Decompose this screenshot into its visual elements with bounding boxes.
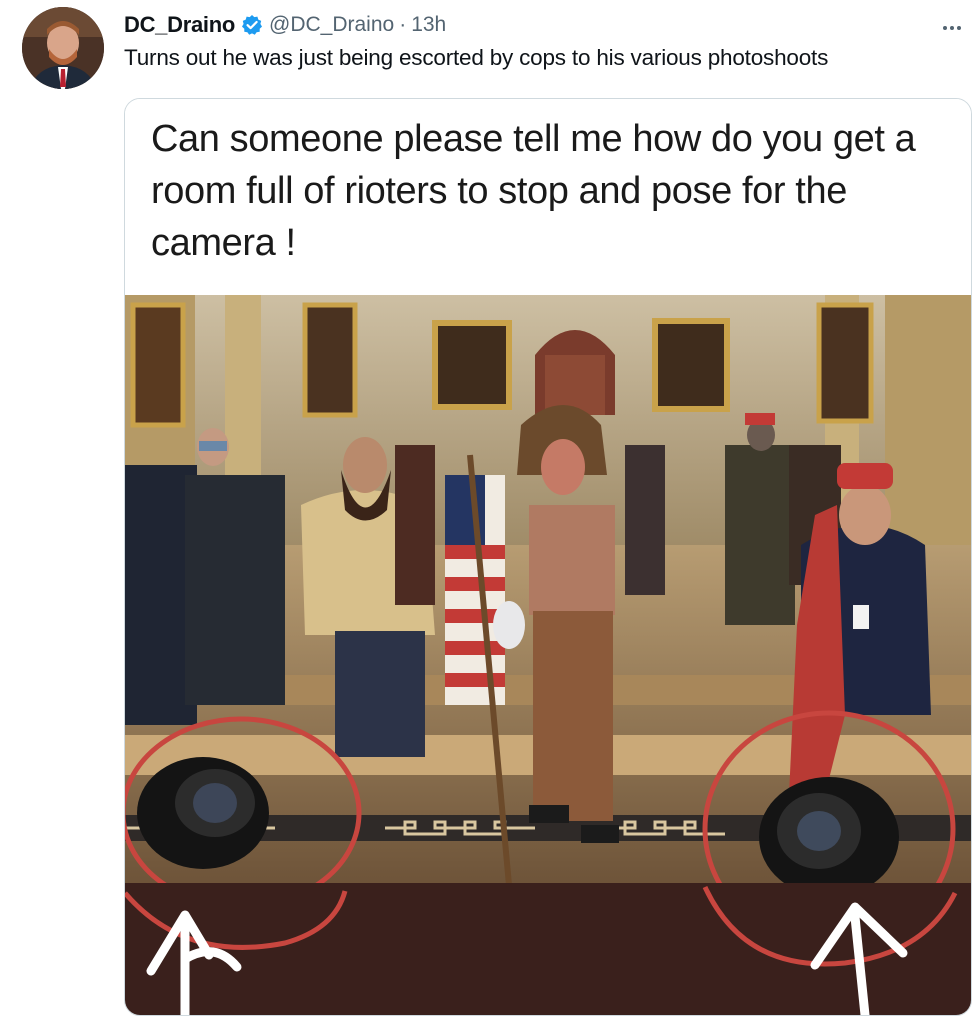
verified-badge-icon [241,14,263,36]
tweet-timestamp[interactable]: 13h [411,13,446,37]
annotation-strip [125,883,971,1015]
meme-caption-area: Can someone please tell me how do you ge… [125,99,971,295]
author-row: DC_Draino @DC_Draino · 13h [124,10,446,40]
more-options-icon[interactable] [939,18,965,38]
rioters-photo [125,295,971,883]
meme-caption: Can someone please tell me how do you ge… [151,118,916,264]
avatar[interactable] [22,7,104,89]
photo [125,295,971,883]
white-arrow-left-icon [146,910,242,1015]
tweet-media[interactable]: Can someone please tell me how do you ge… [124,98,972,1016]
tweet-text: Turns out he was just being escorted by … [124,45,829,70]
author-handle[interactable]: @DC_Draino [269,13,394,37]
author-name[interactable]: DC_Draino [124,12,235,38]
tweet-header: DC_Draino @DC_Draino · 13h [124,10,979,40]
separator-dot: · [399,13,407,36]
white-arrow-right-icon [810,902,908,1015]
arrow-annotations [125,885,958,1015]
avatar-image [22,7,104,89]
